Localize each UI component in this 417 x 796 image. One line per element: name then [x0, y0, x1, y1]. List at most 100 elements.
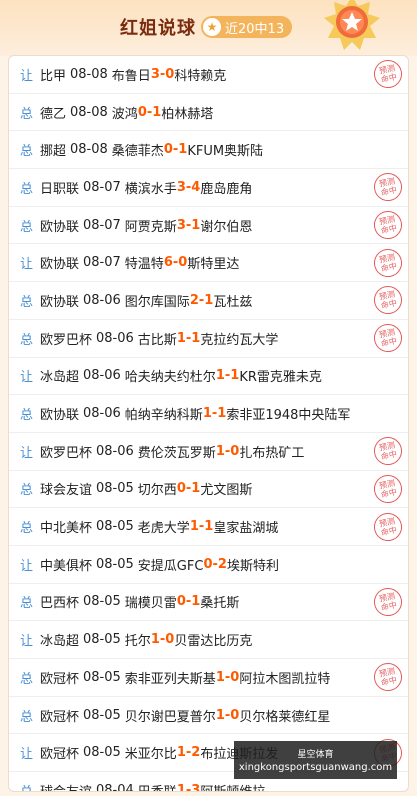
list-item[interactable]: 让中美俱杯 08-05 安提瓜GFC 0 - 2 埃斯特利 [9, 546, 408, 584]
match-date: 08-07 [83, 179, 121, 195]
list-item[interactable]: 总欧冠杯 08-05 索非亚列夫斯基 1 - 0 阿拉木图凯拉特 预测 命中 [9, 659, 408, 697]
match-date: 08-05 [83, 745, 121, 761]
hit-stamp-icon: 预测命中 [371, 585, 405, 619]
league-name: 冰岛超 [40, 634, 80, 650]
stamp-line2: 命中 [380, 487, 398, 500]
list-item[interactable]: 总中北美杯 08-05 老虎大学 1 - 1 皇家盐湖城 预测 命中 [9, 508, 408, 546]
home-team: 波鸿 [111, 106, 138, 122]
home-score: 0 [176, 481, 186, 497]
list-item[interactable]: 让比甲 08-08 布鲁日 3 - 0 科特赖克 预测 命中 [9, 56, 408, 94]
bet-type-label: 让 [20, 634, 34, 650]
away-score: 0 [230, 707, 240, 723]
bet-type-label: 总 [20, 781, 40, 791]
home-team: 老虎大学 [137, 521, 190, 537]
away-score: 1 [178, 142, 188, 158]
league-name: 中美俱杯 [40, 558, 93, 574]
match-date: 08-05 [83, 707, 121, 723]
away-team: 索非亚1948中央陆军 [226, 408, 351, 424]
league-name: 日职联 [40, 181, 80, 197]
bet-type-label: 总 [20, 332, 34, 348]
stamp-line2: 命中 [380, 675, 398, 688]
league-name: 欧罗巴杯 [40, 445, 93, 461]
league-name: 欧协联 [40, 219, 80, 235]
home-score: 6 [163, 255, 173, 271]
list-item[interactable]: 让冰岛超 08-05 托尔 1 - 0 贝雷达比历克 [9, 621, 408, 659]
league-name: 欧罗巴杯 [40, 332, 93, 348]
list-item[interactable]: 总巴西杯 08-05 瑞模贝雷 0 - 1 桑托斯 预测 命中 [9, 584, 408, 622]
stamp-line2: 命中 [380, 336, 398, 349]
bet-type-label: 让 [20, 445, 34, 461]
league-name: 德乙 [40, 106, 67, 122]
home-score: 1 [189, 519, 199, 535]
away-score: 0 [165, 632, 175, 648]
home-team: 安提瓜GFC [137, 558, 204, 574]
match-date: 08-06 [83, 368, 121, 384]
home-team: 贝尔谢巴夏普尔 [124, 709, 216, 725]
away-score: 3 [191, 782, 201, 792]
list-item[interactable]: 总欧冠杯 08-05 贝尔谢巴夏普尔 1 - 0 贝尔格莱德红星 [9, 697, 408, 735]
stamp-line2: 命中 [380, 261, 398, 274]
home-score: 1 [150, 632, 160, 648]
stamp-line2: 命中 [380, 72, 398, 85]
medal-icon [324, 0, 380, 50]
away-score: 1 [191, 217, 201, 233]
bet-type-label: 总 [20, 596, 34, 612]
match-date: 08-05 [83, 632, 121, 648]
list-item[interactable]: 总德乙 08-08 波鸿 0 - 1 柏林赫塔 [9, 94, 408, 132]
league-name: 冰岛超 [40, 370, 80, 386]
list-item[interactable]: 总球会友谊 08-05 切尔西 0 - 1 尤文图斯 预测 命中 [9, 471, 408, 509]
record-label: 近20中13 [225, 21, 285, 37]
match-date: 08-05 [96, 556, 134, 572]
league-name: 中北美杯 [40, 521, 93, 537]
away-score: 1 [204, 519, 214, 535]
list-item[interactable]: 让冰岛超 08-06 哈夫纳夫约杜尔 1 - 1 KR雷克雅未克 [9, 358, 408, 396]
bet-type-label: 让 [20, 68, 34, 84]
home-score: 1 [215, 368, 225, 384]
hit-stamp-icon: 预测命中 [371, 509, 405, 544]
list-item[interactable]: 总欧协联 08-06 帕纳辛纳科斯 1 - 1 索非亚1948中央陆军 [9, 395, 408, 433]
list-item[interactable]: 总挪超 08-08 桑德菲杰 0 - 1 KFUM奥斯陆 [9, 131, 408, 170]
match-date: 08-08 [70, 142, 108, 158]
stamp-line2: 命中 [380, 298, 398, 311]
away-score: 4 [191, 179, 201, 195]
match-date: 08-07 [83, 255, 121, 271]
bet-type-label: 总 [20, 483, 34, 499]
away-team: 尤文图斯 [200, 483, 253, 499]
away-team: 皇家盐湖城 [213, 521, 279, 537]
hit-stamp-icon: 预测命中 [371, 660, 405, 694]
away-team: 鹿岛鹿角 [200, 181, 253, 197]
home-team: 桑德菲杰 [111, 144, 164, 160]
home-team: 米亚尔比 [124, 747, 177, 763]
away-score: 2 [191, 745, 201, 761]
list-item[interactable]: 让欧罗巴杯 08-06 费伦茨瓦罗斯 1 - 0 扎布热矿工 预测 命中 [9, 433, 408, 471]
away-score: 0 [230, 443, 240, 459]
away-score: 0 [165, 66, 175, 82]
bet-type-label: 让 [20, 558, 34, 574]
home-score: 1 [215, 707, 225, 723]
away-team: 柏林赫塔 [161, 106, 214, 122]
watermark-url: xingkongsportsguanwang.com [238, 762, 393, 773]
league-name: 球会友谊 [40, 483, 93, 499]
away-team: 贝尔格莱德红星 [239, 709, 331, 725]
list-item[interactable]: 总欧协联 08-06 图尔库国际 2 - 1 瓦杜兹 预测 命中 [9, 282, 408, 320]
list-item[interactable]: 总欧罗巴杯 08-06 古比斯 1 - 1 克拉约瓦大学 预测 命中 [9, 320, 408, 358]
bet-type-label: 总 [20, 219, 34, 235]
home-team: 图尔库国际 [124, 294, 190, 310]
prediction-list: 让比甲 08-08 布鲁日 3 - 0 科特赖克 预测 命中总德乙 08-08 波鸿 0 - 1柏… [8, 55, 409, 792]
league-name: 欧协联 [40, 294, 80, 310]
list-item[interactable]: 总日职联 08-07 横滨水手 3 - 4 鹿岛鹿角 预测 命中 [9, 169, 408, 207]
home-score: 3 [176, 179, 186, 195]
away-team: 谢尔伯恩 [200, 219, 253, 235]
hit-stamp-icon: 预测命中 [371, 57, 405, 91]
home-score: 3 [176, 217, 186, 233]
match-date: 08-06 [83, 292, 121, 308]
list-item[interactable]: 总欧协联 08-07 阿贾克斯 3 - 1 谢尔伯恩 预测 命中 [9, 207, 408, 245]
away-team: 埃斯特利 [226, 558, 279, 574]
bet-type-label: 总 [20, 709, 34, 725]
home-score: 1 [215, 669, 225, 685]
bet-type-label: 让 [20, 747, 34, 763]
list-item[interactable]: 让欧协联 08-07 特温特 6 - 0 斯特里达 预测 命中 [9, 244, 408, 283]
bet-type-label: 让 [20, 370, 34, 386]
away-score: 0 [178, 255, 188, 271]
hit-stamp-icon: 预测命中 [371, 472, 405, 506]
